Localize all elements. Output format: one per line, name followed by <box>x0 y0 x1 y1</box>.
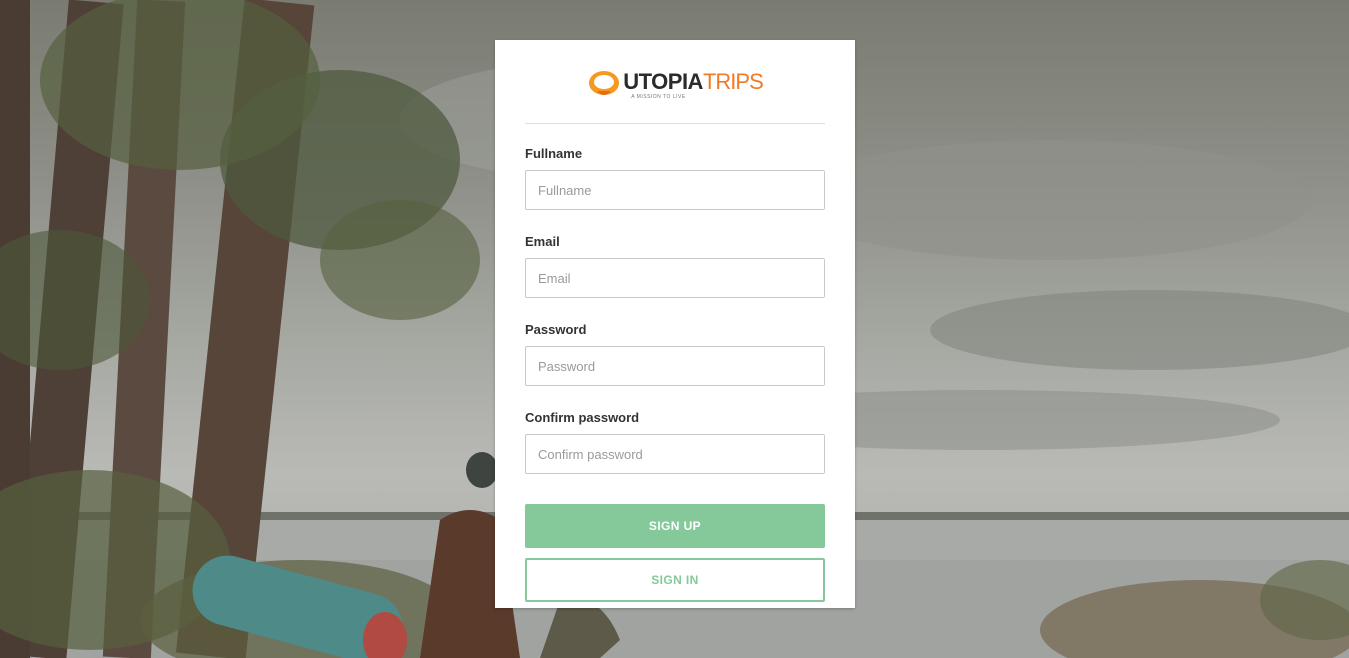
brand-logo: UTOPIATRIPS A MISSION TO LIVE <box>587 68 764 100</box>
brand-tagline: A MISSION TO LIVE <box>631 93 686 100</box>
email-input[interactable] <box>525 258 825 298</box>
brand-wordmark: UTOPIATRIPS <box>623 68 764 94</box>
brand-word2: TRIPS <box>702 68 764 94</box>
brand-word1: UTOPIA <box>623 68 703 94</box>
password-label: Password <box>525 322 587 337</box>
confirm-password-group: Confirm password <box>525 410 825 474</box>
email-group: Email <box>525 234 825 298</box>
fullname-label: Fullname <box>525 146 583 161</box>
signup-form: Fullname Email Password Confirm password <box>525 146 825 474</box>
sign-up-button[interactable]: SIGN UP <box>525 504 825 548</box>
confirm-password-label: Confirm password <box>525 410 640 425</box>
fullname-input[interactable] <box>525 170 825 210</box>
email-label: Email <box>525 234 560 249</box>
password-input[interactable] <box>525 346 825 386</box>
logo-header: UTOPIATRIPS A MISSION TO LIVE <box>525 40 825 124</box>
fullname-group: Fullname <box>525 146 825 210</box>
sign-in-button[interactable]: SIGN IN <box>525 558 825 602</box>
password-group: Password <box>525 322 825 386</box>
confirm-password-input[interactable] <box>525 434 825 474</box>
signup-card: UTOPIATRIPS A MISSION TO LIVE Fullname E… <box>495 40 855 608</box>
utopia-logo-icon <box>589 70 620 95</box>
